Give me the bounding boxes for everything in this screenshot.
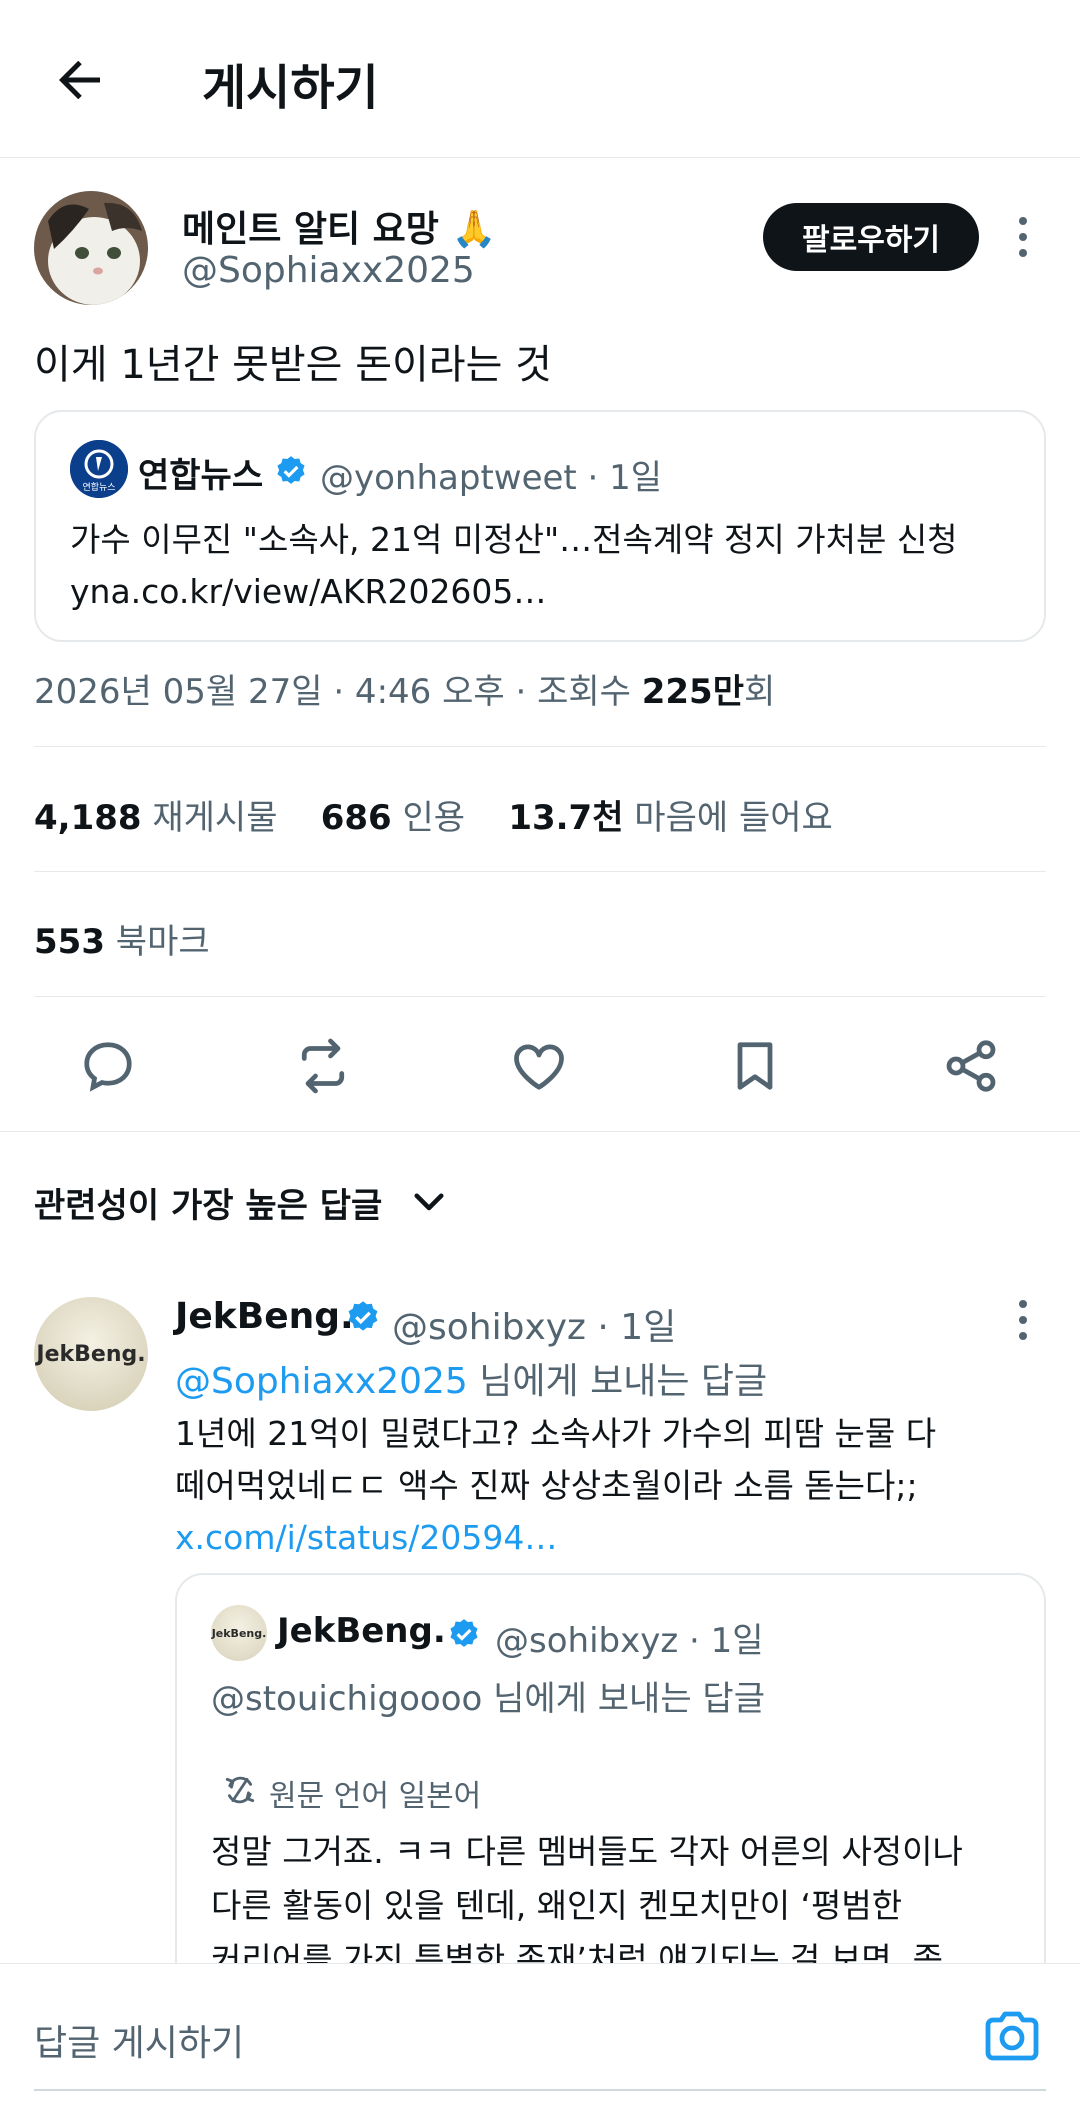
- reply-composer: 답글 게시하기: [0, 1963, 1080, 2105]
- composer-underline: [34, 2089, 1046, 2091]
- quoted-author-name: 연합뉴스: [138, 456, 264, 496]
- more-options-icon[interactable]: [1013, 215, 1033, 259]
- verified-badge-icon: [450, 1619, 478, 1647]
- engagement-stats: 4,188 재게시물 686 인용 13.7천 마음에 들어요: [34, 790, 833, 839]
- replying-to-handle[interactable]: @Sophiaxx2025: [175, 1361, 468, 1402]
- back-arrow-icon[interactable]: [50, 50, 110, 110]
- timestamp-text: 2026년 05월 27일 · 4:46 오후 · 조회수: [34, 672, 642, 712]
- nested-post-text: 정말 그거죠. ㅋㅋ 다른 멤버들도 각자 어른의 사정이나 다른 활동이 있을…: [211, 1825, 963, 1973]
- nested-author-name: JekBeng.: [277, 1611, 446, 1651]
- verified-badge-icon: [277, 456, 305, 484]
- nested-quoted-post-card[interactable]: JekBeng. JekBeng. @sohibxyz · 1일 @stouic…: [175, 1573, 1046, 1973]
- replying-to-line: @Sophiaxx2025 님에게 보내는 답글: [175, 1352, 767, 1404]
- reply-input[interactable]: 답글 게시하기: [34, 2014, 244, 2066]
- svg-text:연합뉴스: 연합뉴스: [82, 482, 115, 493]
- views-unit: 회: [744, 672, 776, 712]
- camera-icon[interactable]: [982, 2008, 1042, 2064]
- quoted-author-meta: @yonhaptweet · 1일: [320, 458, 663, 498]
- reply-author-name[interactable]: JekBeng.: [175, 1296, 354, 1337]
- divider: [34, 871, 1046, 872]
- reply-author-avatar[interactable]: JekBeng.: [34, 1297, 148, 1411]
- reply-sort-dropdown[interactable]: 관련성이 가장 높은 답글: [34, 1178, 382, 1227]
- nested-author-avatar: JekBeng.: [211, 1605, 267, 1661]
- author-display-name[interactable]: 메인트 알티 요망 🙏: [182, 200, 496, 252]
- reply-text-line: 떼어먹었네ㄷㄷ 액수 진짜 상상초월이라 소름 돋는다;;: [175, 1466, 918, 1505]
- nested-author-meta: @sohibxyz · 1일: [495, 1621, 764, 1661]
- translate-icon: [225, 1776, 255, 1804]
- reply-text: 1년에 21억이 밀렸다고? 소속사가 가수의 피땀 눈물 다 떼어먹었네ㄷㄷ …: [175, 1408, 936, 1564]
- likes-stat[interactable]: 13.7천 마음에 들어요: [508, 798, 832, 838]
- quoted-text-line: 가수 이무진 "소속사, 21억 미정산"…전속계약 정지 가처분 신청: [70, 520, 958, 559]
- section-divider: [0, 1131, 1080, 1132]
- quotes-stat[interactable]: 686 인용: [321, 798, 465, 838]
- top-bar: 게시하기: [0, 0, 1080, 158]
- reply-text-line: 1년에 21억이 밀렸다고? 소속사가 가수의 피땀 눈물 다: [175, 1414, 937, 1453]
- quoted-author-avatar: 연합뉴스: [70, 440, 128, 498]
- follow-button[interactable]: 팔로우하기: [763, 203, 979, 271]
- nested-text-line: 정말 그거죠. ㅋㅋ 다른 멤버들도 각자 어른의 사정이나: [211, 1832, 963, 1871]
- like-heart-icon[interactable]: [509, 1036, 569, 1096]
- post-text: 이게 1년간 못받은 돈이라는 것: [34, 342, 552, 388]
- replying-to-suffix: 님에게 보내는 답글: [467, 1361, 768, 1402]
- divider: [34, 996, 1046, 997]
- post-timestamp: 2026년 05월 27일 · 4:46 오후 · 조회수 225만회: [34, 664, 775, 713]
- divider: [34, 746, 1046, 747]
- quoted-post-card[interactable]: 연합뉴스 연합뉴스 @yonhaptweet · 1일 가수 이무진 "소속사,…: [34, 410, 1046, 642]
- quoted-post-text: 가수 이무진 "소속사, 21억 미정산"…전속계약 정지 가처분 신청 yna…: [70, 514, 958, 618]
- reposts-stat[interactable]: 4,188 재게시물: [34, 798, 277, 838]
- author-handle[interactable]: @Sophiaxx2025: [182, 250, 475, 291]
- nested-text-line: 다른 활동이 있을 텐데, 왜인지 켄모치만이 ‘평범한: [211, 1886, 903, 1925]
- quoted-link[interactable]: yna.co.kr/view/AKR202605…: [70, 566, 958, 618]
- views-count: 225만: [641, 672, 744, 712]
- bookmarks-stat[interactable]: 553 북마크: [34, 914, 210, 963]
- author-avatar[interactable]: [34, 191, 148, 305]
- reply-icon[interactable]: [78, 1036, 138, 1096]
- reply-link[interactable]: x.com/i/status/20594…: [175, 1512, 936, 1564]
- page-title: 게시하기: [202, 60, 379, 116]
- repost-icon[interactable]: [293, 1036, 353, 1096]
- original-language-label[interactable]: 원문 언어 일본어: [269, 1771, 481, 1815]
- share-icon[interactable]: [941, 1036, 1001, 1096]
- chevron-down-icon[interactable]: [408, 1180, 450, 1222]
- bookmark-icon[interactable]: [725, 1036, 785, 1096]
- verified-badge-icon: [348, 1301, 378, 1331]
- nested-replying-to: @stouichigoooo 님에게 보내는 답글: [211, 1679, 765, 1719]
- reply-author-meta: @sohibxyz · 1일: [392, 1307, 677, 1348]
- reply-more-options-icon[interactable]: [1013, 1298, 1033, 1342]
